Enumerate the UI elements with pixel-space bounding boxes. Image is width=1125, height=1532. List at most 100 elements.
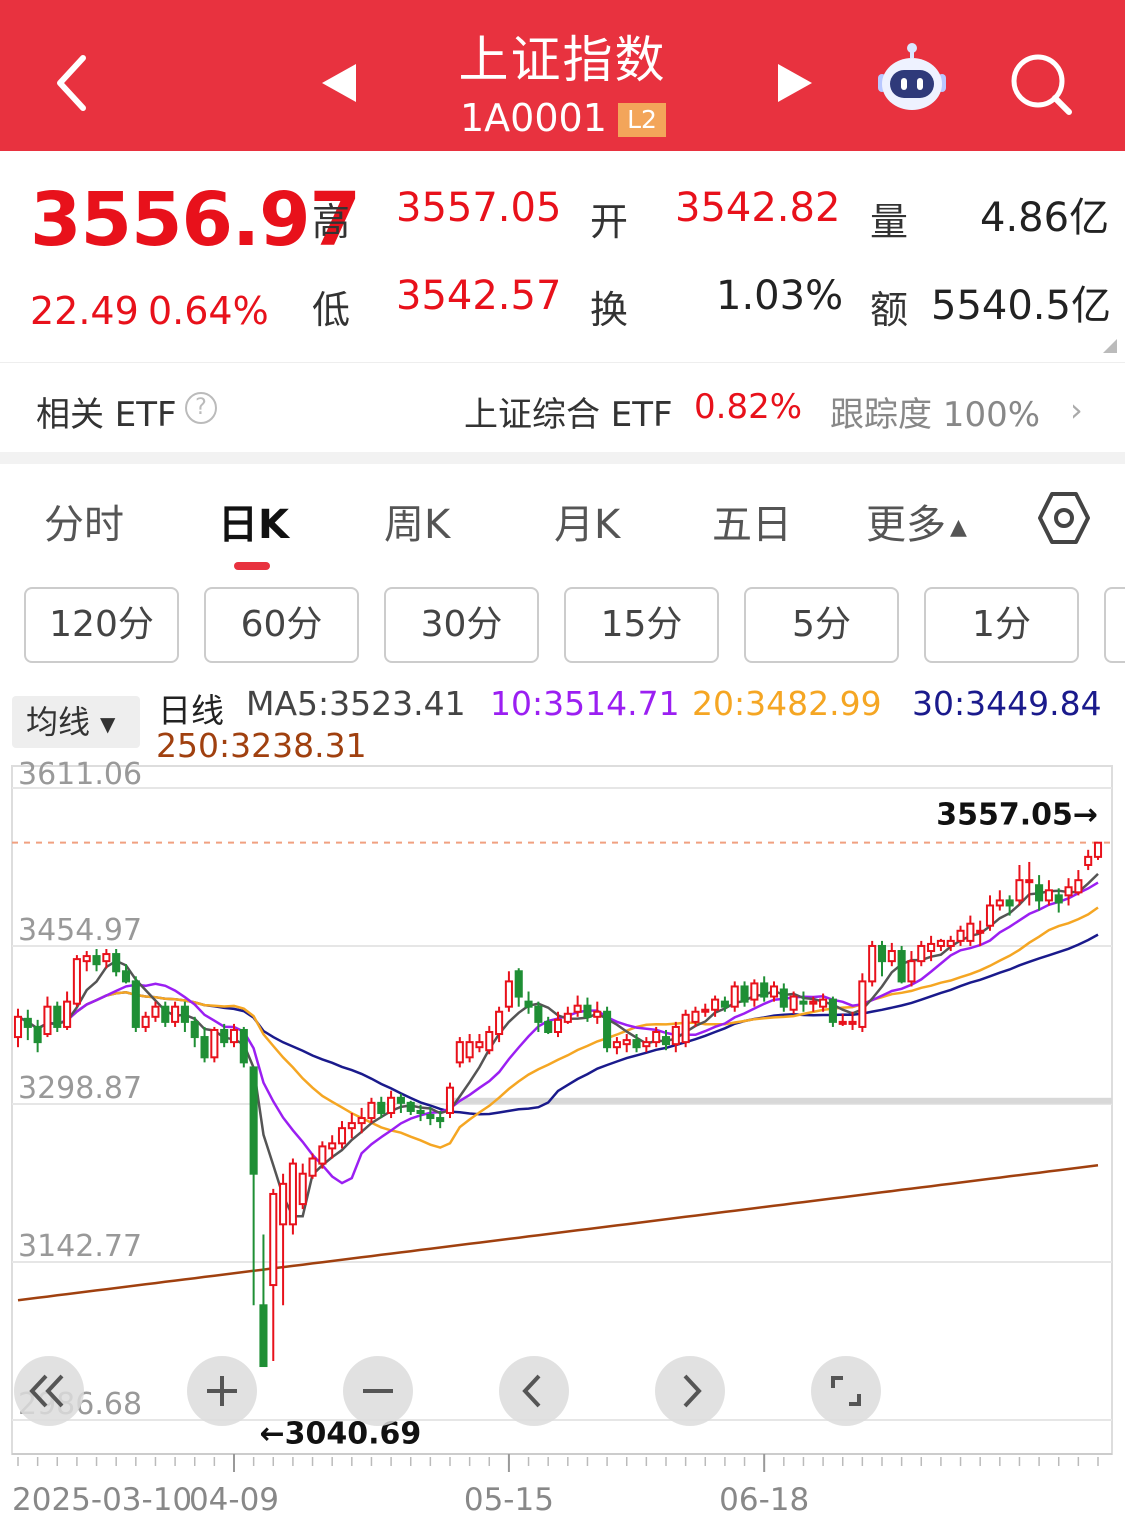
candle-body bbox=[121, 970, 131, 983]
turnover-label: 换 bbox=[590, 288, 629, 332]
next-stock-icon[interactable] bbox=[772, 60, 816, 106]
candle-body bbox=[583, 1004, 592, 1018]
candle-body bbox=[308, 1157, 317, 1177]
pan-left-button[interactable] bbox=[499, 1356, 569, 1426]
candle-body bbox=[769, 985, 779, 998]
candle-body bbox=[573, 1004, 582, 1013]
period-1min-button[interactable]: 1分 bbox=[924, 587, 1079, 663]
candle-body bbox=[406, 1101, 415, 1112]
y-tick-label: 3298.87 bbox=[18, 1071, 142, 1106]
related-etf-label: 相关 ETF bbox=[36, 395, 177, 435]
candle-body bbox=[1093, 841, 1103, 858]
settings-hexagon-icon[interactable] bbox=[1036, 490, 1092, 546]
candle-body bbox=[740, 985, 749, 1003]
tab-weekly-k[interactable]: 周K bbox=[384, 492, 450, 550]
candle-body bbox=[180, 1005, 189, 1023]
candle-body bbox=[190, 1020, 199, 1039]
tab-daily-k[interactable]: 日K bbox=[218, 492, 289, 550]
period-15min-button[interactable]: 15分 bbox=[564, 587, 719, 663]
candle-body bbox=[966, 922, 975, 942]
candle-body bbox=[92, 955, 101, 966]
pan-right-button[interactable] bbox=[655, 1356, 725, 1426]
candle-body bbox=[141, 1015, 150, 1028]
etf-change: 0.82% bbox=[694, 387, 803, 427]
change-percent: 0.64% bbox=[148, 289, 269, 333]
period-more-button[interactable] bbox=[1104, 587, 1125, 663]
candle-body bbox=[760, 982, 769, 998]
period-30min-button[interactable]: 30分 bbox=[384, 587, 539, 663]
candle-body bbox=[220, 1028, 229, 1044]
back-arrow-icon[interactable] bbox=[48, 48, 98, 118]
candle-body bbox=[1084, 855, 1093, 866]
tab-intraday[interactable]: 分时 bbox=[44, 492, 124, 550]
candle-body bbox=[544, 1020, 553, 1034]
candle-body bbox=[632, 1039, 641, 1049]
candle-body bbox=[563, 1012, 572, 1023]
related-etf-row[interactable]: 相关 ETF ? 上证综合 ETF 0.82% 跟踪度 100% › bbox=[0, 362, 1125, 452]
fullscreen-icon bbox=[831, 1376, 861, 1406]
tab-monthly-k[interactable]: 月K bbox=[554, 492, 620, 550]
candle-body bbox=[485, 1031, 494, 1052]
candle-body bbox=[298, 1172, 307, 1206]
candle-body bbox=[681, 1013, 690, 1044]
open-value: 3542.82 bbox=[675, 185, 841, 231]
section-divider bbox=[0, 452, 1125, 464]
candle-body bbox=[23, 1017, 32, 1028]
candle-body bbox=[730, 985, 739, 1008]
previous-stock-icon[interactable] bbox=[318, 60, 362, 106]
period-120min-button[interactable]: 120分 bbox=[24, 587, 179, 663]
candle-body bbox=[347, 1122, 356, 1130]
low-label: 低 bbox=[312, 288, 351, 332]
candle-body bbox=[799, 1000, 808, 1005]
candle-body bbox=[819, 998, 828, 1008]
candle-body bbox=[642, 1041, 651, 1048]
candle-body bbox=[877, 944, 887, 963]
robot-assistant-icon[interactable] bbox=[872, 42, 952, 122]
candle-body bbox=[43, 1005, 52, 1036]
stock-code: 1A0001 bbox=[460, 96, 607, 140]
candle-body bbox=[858, 980, 867, 1028]
candle-body bbox=[436, 1117, 445, 1123]
candle-body bbox=[897, 950, 906, 983]
tab-more[interactable]: 更多 ▲ bbox=[866, 492, 967, 550]
candle-body bbox=[1035, 884, 1044, 902]
candle-body bbox=[514, 970, 523, 998]
period-5min-button[interactable]: 5分 bbox=[744, 587, 899, 663]
candle-body bbox=[82, 955, 91, 963]
ma10-value: 10:3514.71 bbox=[490, 684, 680, 723]
period-60min-button[interactable]: 60分 bbox=[204, 587, 359, 663]
candle-body bbox=[946, 939, 955, 947]
ma-selector-label: 均线 bbox=[26, 703, 91, 741]
ma-selector[interactable]: 均线 ▼ bbox=[12, 696, 140, 748]
candle-body bbox=[426, 1114, 435, 1120]
candle-body bbox=[1054, 894, 1063, 904]
candle-body bbox=[367, 1101, 376, 1120]
zoom-in-button[interactable] bbox=[187, 1356, 257, 1426]
candle-body bbox=[249, 1066, 258, 1175]
header-bar: 上证指数 1A0001 L2 bbox=[0, 0, 1125, 151]
high-marker-label: 3557.05→ bbox=[936, 798, 1098, 833]
candle-body bbox=[868, 944, 877, 983]
candle-body bbox=[259, 1304, 268, 1368]
candle-body bbox=[416, 1109, 425, 1114]
candle-body bbox=[210, 1028, 219, 1059]
chart-frame bbox=[11, 765, 1113, 1455]
fullscreen-button[interactable] bbox=[811, 1356, 881, 1426]
turnover-value: 1.03% bbox=[716, 273, 844, 319]
candle-body bbox=[288, 1162, 297, 1226]
candle-body bbox=[701, 1008, 710, 1013]
candle-body bbox=[102, 953, 111, 963]
y-tick-label: 3142.77 bbox=[18, 1229, 142, 1264]
expand-corner-icon[interactable] bbox=[1103, 339, 1117, 353]
tab-five-day[interactable]: 五日 bbox=[712, 492, 792, 550]
candle-body bbox=[33, 1025, 42, 1044]
dropdown-caret-icon: ▼ bbox=[100, 712, 116, 736]
zoom-out-button[interactable] bbox=[343, 1356, 413, 1426]
candle-body bbox=[1064, 886, 1073, 897]
search-icon[interactable] bbox=[1005, 48, 1077, 120]
help-icon[interactable]: ? bbox=[185, 392, 217, 424]
candle-body bbox=[956, 929, 965, 942]
candle-body bbox=[53, 1005, 62, 1028]
candle-body bbox=[1074, 879, 1083, 894]
rewind-button[interactable] bbox=[14, 1356, 84, 1426]
